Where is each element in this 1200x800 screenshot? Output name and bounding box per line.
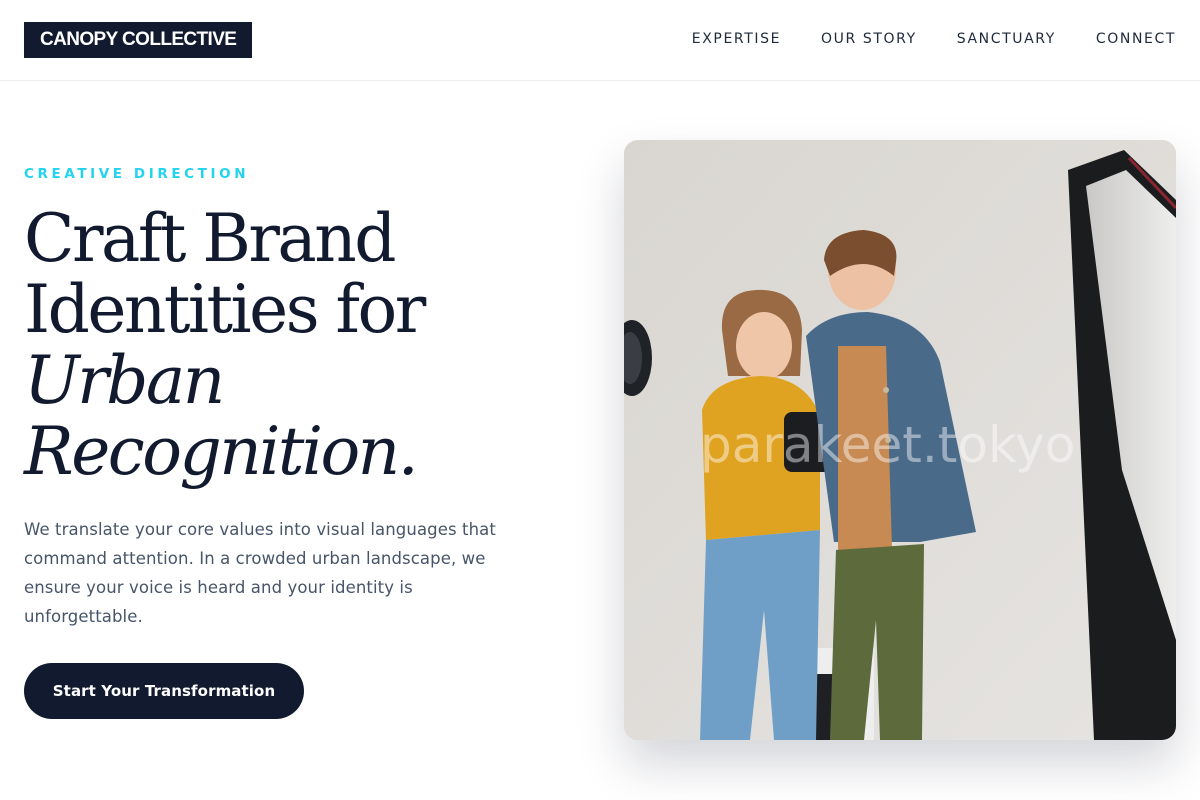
nav-item-expertise[interactable]: EXPERTISE — [692, 30, 781, 48]
site-header: CANOPY COLLECTIVE EXPERTISE OUR STORY SA… — [0, 0, 1200, 81]
hero-description: We translate your core values into visua… — [24, 520, 496, 626]
nav-item-connect[interactable]: CONNECT — [1096, 30, 1176, 48]
image-watermark: parakeet.tokyo — [700, 416, 1076, 474]
nav-item-our-story[interactable]: OUR STORY — [821, 30, 917, 48]
start-transformation-button[interactable]: Start Your Transformation — [24, 663, 304, 719]
nav-item-sanctuary[interactable]: SANCTUARY — [957, 30, 1056, 48]
brand-logo[interactable]: CANOPY COLLECTIVE — [24, 22, 253, 58]
headline-line-4: Recognition. — [24, 413, 419, 490]
headline-line-1: Craft Brand — [24, 200, 396, 277]
headline-line-2: Identities for — [24, 271, 426, 348]
headline-line-3: Urban — [24, 342, 225, 419]
hero-headline: Craft Brand Identities for Urban Recogni… — [24, 203, 584, 487]
main-nav: EXPERTISE OUR STORY SANCTUARY CONNECT — [692, 30, 1176, 48]
hero-photo: parakeet.tokyo — [624, 140, 1176, 740]
hero-eyebrow: CREATIVE DIRECTION — [24, 166, 250, 182]
